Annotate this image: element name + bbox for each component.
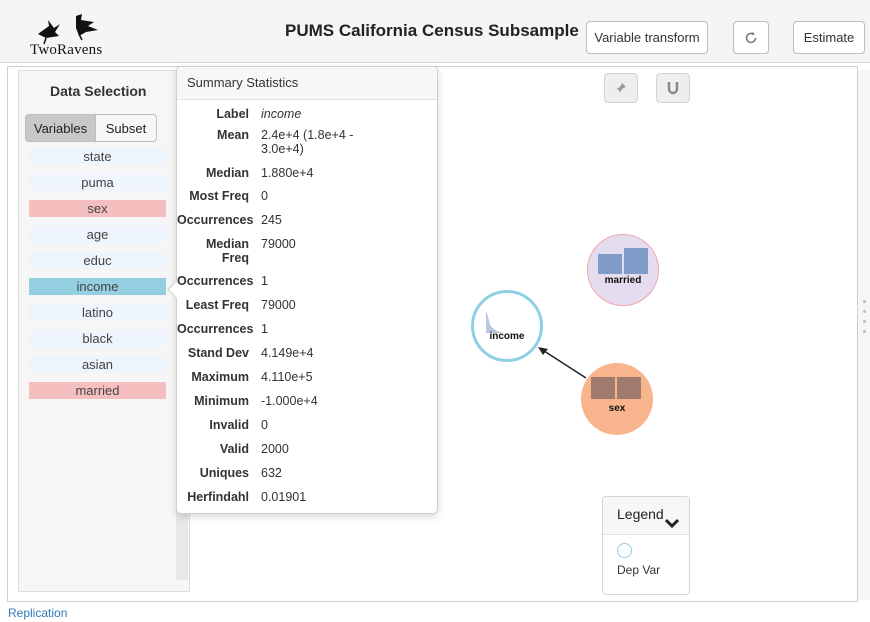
stat-row: Median Freq 79000 — [177, 237, 421, 265]
logo-text: TwoRavens — [30, 42, 103, 58]
stat-row: Minimum -1.000e+4 — [177, 394, 421, 408]
stat-label: Maximum — [191, 370, 249, 384]
stat-row: Label income — [177, 107, 421, 121]
variable-item-state[interactable]: state — [29, 148, 166, 165]
stat-label: Uniques — [199, 466, 249, 480]
variable-item-asian[interactable]: asian — [29, 356, 166, 373]
pin-button[interactable] — [604, 73, 638, 103]
stat-row: Valid 2000 — [177, 442, 421, 456]
tab-variables[interactable]: Variables — [25, 114, 96, 142]
top-header: TwoRavens PUMS California Census Subsamp… — [0, 0, 870, 63]
variable-item-black[interactable]: black — [29, 330, 166, 347]
summary-statistics-popover: Summary Statistics Label income Mean 2.4e+4… — [167, 66, 438, 514]
stat-value: 2.4e+4 (1.8e+4 - 3.0e+4) — [261, 128, 354, 156]
stat-row: Stand Dev 4.149e+4 — [177, 346, 421, 360]
stat-label: Label — [216, 107, 249, 121]
stat-row: Median 1.880e+4 — [177, 166, 421, 180]
stat-value: 1 — [261, 322, 268, 336]
stat-label: Least Freq — [185, 298, 249, 312]
stat-row: Maximum 4.110e+5 — [177, 370, 421, 384]
variable-item-income[interactable]: income — [29, 278, 166, 295]
stat-label: Minimum — [194, 394, 249, 408]
stat-row: Invalid 0 — [177, 418, 421, 432]
panel-title: Data Selection — [50, 83, 147, 99]
variable-item-married[interactable]: married — [29, 382, 166, 399]
node-label-income: income — [489, 331, 525, 342]
node-label-sex: sex — [608, 403, 626, 414]
stat-row: Occurrences 245 — [177, 213, 421, 227]
stat-row: Most Freq 0 — [177, 189, 421, 203]
stat-label: Median Freq — [205, 237, 249, 265]
stat-label: Herfindahl — [187, 490, 249, 504]
node-married[interactable]: married — [587, 234, 659, 306]
stat-row: Least Freq 79000 — [177, 298, 421, 312]
dep-var-icon — [617, 543, 632, 558]
stat-value: income — [261, 107, 302, 121]
legend-title: Legend — [617, 506, 664, 522]
stat-value: 2000 — [261, 442, 289, 456]
stat-label: Invalid — [209, 418, 249, 432]
stat-label: Occurrences — [177, 274, 254, 288]
popover-title: Summary Statistics — [177, 67, 437, 100]
reset-icon — [745, 31, 757, 43]
stat-value: 79000 — [261, 298, 296, 312]
stat-value: 79000 — [261, 237, 296, 251]
legend-item-dep-var: Dep Var — [617, 563, 661, 577]
stat-row: Herfindahl 0.01901 — [177, 490, 421, 504]
stat-value: 632 — [261, 466, 282, 480]
stat-row: Occurrences 1 — [177, 322, 421, 336]
stat-label: Stand Dev — [187, 346, 249, 360]
reset-button[interactable] — [733, 21, 769, 54]
stat-label: Occurrences — [177, 213, 254, 227]
variable-item-sex[interactable]: sex — [29, 200, 166, 217]
legend-panel: Legend Dep Var — [602, 496, 690, 595]
stat-value: 0 — [261, 418, 268, 432]
variable-transform-button[interactable]: Variable transform — [586, 21, 708, 54]
variable-list: state puma sex age educ income latino bl… — [29, 148, 166, 408]
stat-label: Mean — [217, 128, 249, 142]
stat-value: 1.880e+4 — [261, 166, 314, 180]
stat-value: 0.01901 — [261, 490, 307, 504]
stat-value: -1.000e+4 — [261, 394, 318, 408]
replication-link[interactable]: Replication — [8, 606, 67, 620]
stat-value: 0 — [261, 189, 268, 203]
stat-value: 4.110e+5 — [261, 370, 313, 384]
married-histogram — [598, 248, 648, 274]
sex-histogram — [591, 377, 641, 399]
stat-value: 1 — [261, 274, 268, 288]
drag-handle-icon — [863, 300, 867, 340]
variable-item-educ[interactable]: educ — [29, 252, 166, 269]
chevron-down-icon[interactable] — [665, 518, 679, 528]
pin-icon — [616, 83, 626, 93]
stat-row: Occurrences 1 — [177, 274, 421, 288]
estimate-button[interactable]: Estimate — [793, 21, 865, 54]
node-sex[interactable]: sex — [581, 363, 653, 435]
stat-label: Median — [205, 166, 249, 180]
magnet-button[interactable] — [656, 73, 690, 103]
magnet-icon — [667, 82, 679, 95]
node-label-married: married — [604, 275, 642, 286]
stat-row: Mean 2.4e+4 (1.8e+4 - 3.0e+4) — [177, 128, 371, 156]
stat-label: Valid — [219, 442, 249, 456]
variable-item-latino[interactable]: latino — [29, 304, 166, 321]
variable-item-puma[interactable]: puma — [29, 174, 166, 191]
page-title: PUMS California Census Subsample — [285, 21, 579, 40]
stat-value: 245 — [261, 213, 282, 227]
income-density-plot — [486, 311, 504, 333]
stat-row: Uniques 632 — [177, 466, 421, 480]
node-income[interactable]: income — [471, 290, 543, 362]
tab-subset[interactable]: Subset — [95, 114, 157, 142]
stat-label: Occurrences — [177, 322, 254, 336]
stat-value: 4.149e+4 — [261, 346, 314, 360]
stat-label: Most Freq — [189, 189, 249, 203]
variable-item-age[interactable]: age — [29, 226, 166, 243]
